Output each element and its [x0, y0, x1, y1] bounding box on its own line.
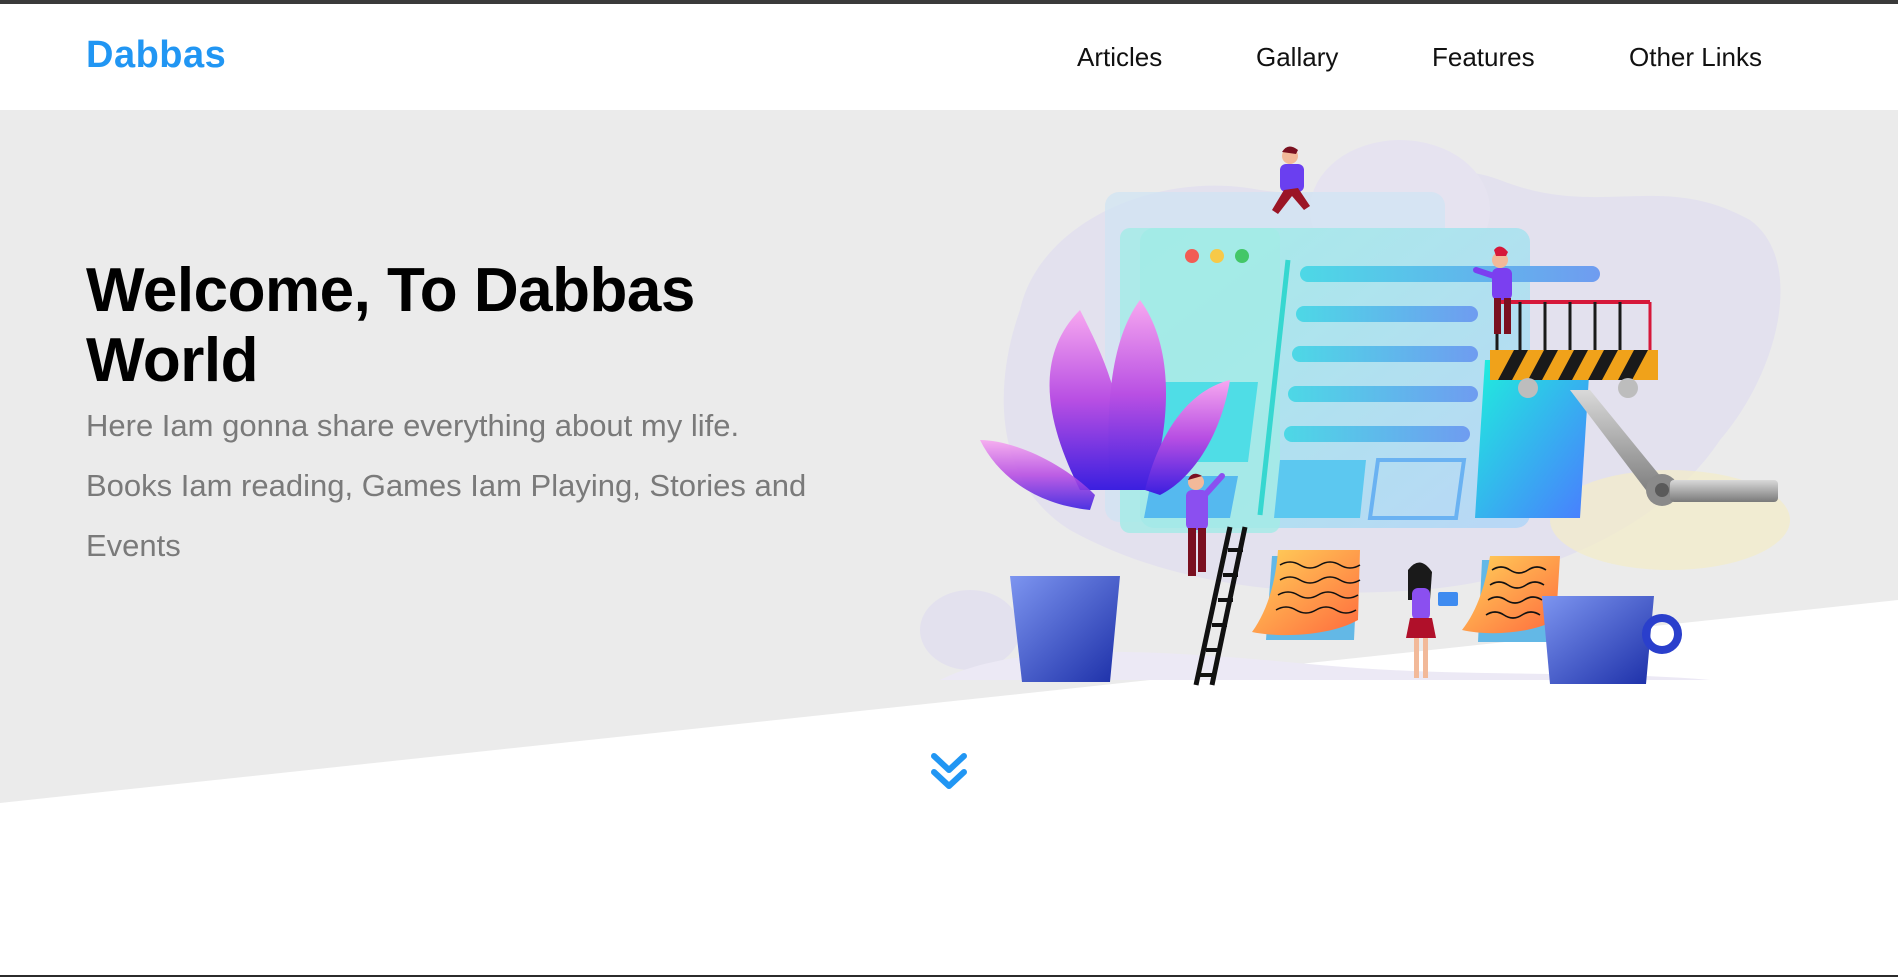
nav-link-features[interactable]: Features — [1432, 42, 1535, 73]
hero-section: Welcome, To Dabbas World Here Iam gonna … — [0, 110, 1898, 803]
site-header: Dabbas Articles Gallary Features Other L… — [0, 4, 1898, 110]
hero-description: Here Iam gonna share everything about my… — [86, 408, 807, 563]
team-building-illustration — [920, 140, 1790, 686]
main-nav: Articles Gallary Features Other Links — [0, 42, 1898, 82]
double-chevron-down-icon — [931, 753, 967, 789]
hero-title: Welcome, To Dabbas World — [86, 256, 695, 395]
nav-link-other-links[interactable]: Other Links — [1629, 42, 1762, 73]
nav-link-gallary[interactable]: Gallary — [1256, 42, 1338, 73]
nav-link-articles[interactable]: Articles — [1077, 42, 1162, 73]
scroll-down-button[interactable] — [930, 750, 968, 796]
